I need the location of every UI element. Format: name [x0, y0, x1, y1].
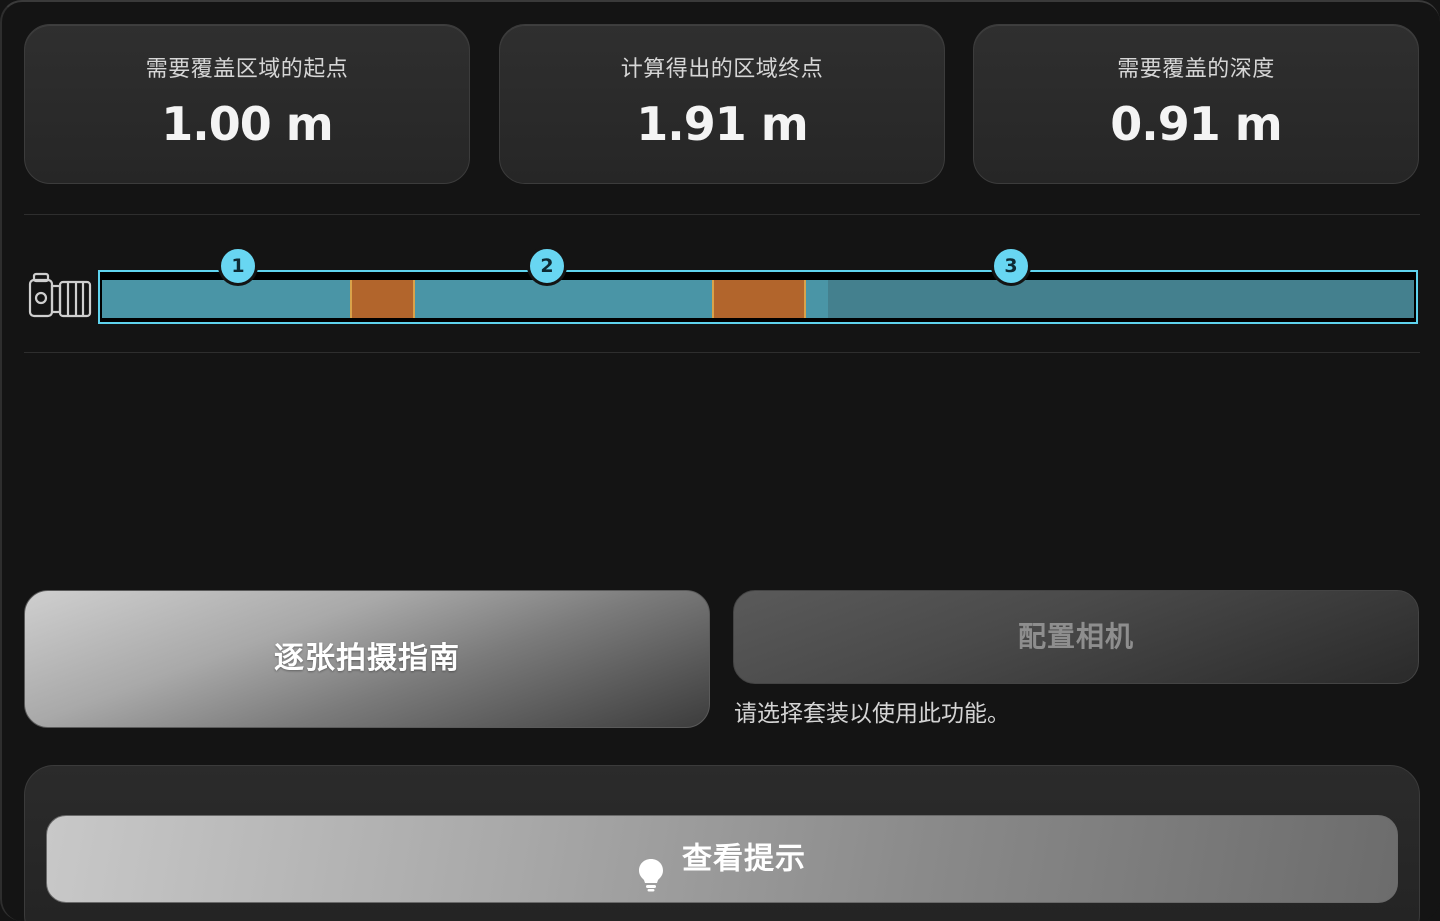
- end-point-value: 1.91 m: [636, 97, 808, 151]
- view-hints-label: 查看提示: [682, 841, 806, 877]
- start-point-value: 1.00 m: [161, 97, 333, 151]
- top-divider: [24, 214, 1420, 215]
- view-hints-button[interactable]: 查看提示: [46, 815, 1398, 903]
- shot-segment-1: [102, 280, 350, 318]
- end-point-label: 计算得出的区域终点: [620, 57, 824, 82]
- configure-camera-button[interactable]: 配置相机: [733, 590, 1419, 684]
- shooting-guide-button[interactable]: 逐张拍摄指南: [24, 590, 710, 728]
- overlap-segment-1: [350, 280, 415, 318]
- shot-segment-2: [415, 280, 712, 318]
- shot-marker-3[interactable]: 3: [991, 246, 1031, 286]
- coverage-strip: [98, 270, 1418, 324]
- start-point-card[interactable]: 需要覆盖区域的起点 1.00 m: [24, 24, 470, 184]
- depth-label: 需要覆盖的深度: [1117, 57, 1275, 82]
- configure-camera-note: 请选择套装以使用此功能。: [734, 701, 1010, 727]
- shot-segment-3: [828, 280, 1414, 318]
- focus-stacking-panel: 需要覆盖区域的起点 1.00 m 计算得出的区域终点 1.91 m 需要覆盖的深…: [0, 0, 1440, 921]
- depth-card[interactable]: 需要覆盖的深度 0.91 m: [973, 24, 1419, 184]
- overlap-segment-2: [712, 280, 806, 318]
- depth-value: 0.91 m: [1110, 97, 1282, 151]
- start-point-label: 需要覆盖区域的起点: [145, 57, 349, 82]
- shot-segment-2-tail: [806, 280, 828, 318]
- camera-side-icon: [28, 272, 94, 320]
- strip-bottom-divider: [24, 352, 1420, 353]
- shot-marker-1[interactable]: 1: [218, 246, 258, 286]
- lightbulb-icon: [638, 840, 664, 891]
- shot-marker-2[interactable]: 2: [527, 246, 567, 286]
- end-point-card[interactable]: 计算得出的区域终点 1.91 m: [499, 24, 945, 184]
